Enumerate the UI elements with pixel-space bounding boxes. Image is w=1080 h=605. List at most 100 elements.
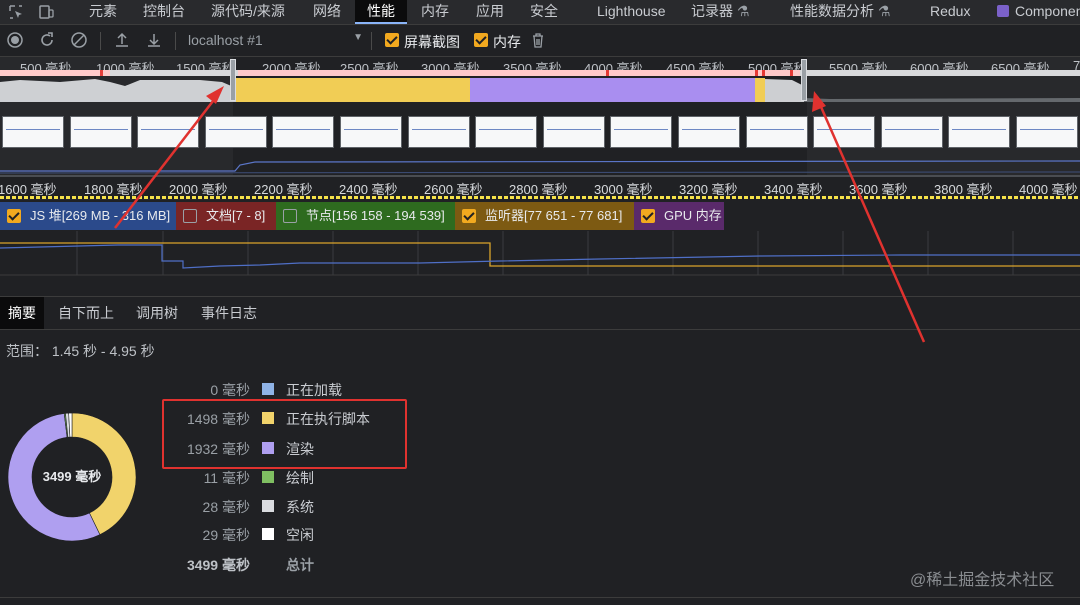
tab-performance-insights[interactable]: 性能数据分析 ⚗ xyxy=(790,0,890,24)
screenshot-thumbnail[interactable] xyxy=(745,116,808,148)
tab-sources[interactable]: 源代码/来源 xyxy=(211,0,285,24)
thumbnail-content xyxy=(73,129,128,130)
react-icon xyxy=(997,5,1009,17)
thumbnail-content xyxy=(276,129,331,130)
device-toolbar-icon[interactable] xyxy=(38,4,54,20)
screenshot-thumbnail[interactable] xyxy=(678,116,740,148)
memory-overview-chart xyxy=(0,160,1080,174)
loading-swatch xyxy=(262,383,274,395)
frames-track xyxy=(0,196,1080,199)
thumbnail-content xyxy=(952,129,1007,130)
trash-icon[interactable] xyxy=(529,31,547,49)
tab-performance[interactable]: 性能 xyxy=(355,0,407,24)
counters-graph xyxy=(0,231,1080,276)
counter-nodes[interactable]: 节点[156 158 - 194 539] xyxy=(276,202,455,230)
clear-icon[interactable] xyxy=(70,31,88,49)
thumbnail-content xyxy=(344,129,398,130)
tab-recorder-label: 记录器 xyxy=(691,3,733,19)
tab-console[interactable]: 控制台 xyxy=(143,0,185,24)
tab-performance-insights-label: 性能数据分析 xyxy=(790,3,874,19)
flask-icon: ⚗ xyxy=(877,3,891,19)
flask-icon: ⚗ xyxy=(736,3,750,19)
counter-gpu-memory[interactable]: GPU 内存 xyxy=(634,202,724,230)
thumbnail-content xyxy=(208,129,263,130)
screenshot-thumbnail[interactable] xyxy=(610,116,673,148)
screenshot-thumbnail[interactable] xyxy=(475,116,538,148)
thumbnail-content xyxy=(411,129,466,130)
screenshot-thumbnail[interactable] xyxy=(272,116,335,148)
thumbnail-content xyxy=(1020,129,1074,130)
screenshot-thumbnail[interactable] xyxy=(813,116,876,148)
screenshot-thumbnail[interactable] xyxy=(880,116,943,148)
documents-checkbox[interactable] xyxy=(183,209,197,223)
summary-donut-chart: 3499 毫秒 xyxy=(7,412,137,542)
tab-components[interactable]: Componen xyxy=(997,0,1080,24)
toolbar-separator xyxy=(175,32,176,50)
tab-summary[interactable]: 摘要 xyxy=(0,297,44,329)
gpu-memory-checkbox[interactable] xyxy=(641,209,655,223)
tab-components-label: Componen xyxy=(1015,3,1080,19)
thumbnail-content xyxy=(682,129,736,130)
thumbnail-content xyxy=(884,129,939,130)
counters-legend: JS 堆[269 MB - 316 MB] 文档[7 - 8] 节点[156 1… xyxy=(0,200,1080,230)
documents-label: 文档[7 - 8] xyxy=(206,208,266,223)
listeners-checkbox[interactable] xyxy=(462,209,476,223)
chevron-down-icon: ▼ xyxy=(353,32,363,43)
painting-value: 11 毫秒 xyxy=(203,470,250,486)
nodes-checkbox[interactable] xyxy=(283,209,297,223)
total-value: 3499 毫秒 xyxy=(186,557,250,573)
screenshot-thumbnail[interactable] xyxy=(2,116,64,148)
tab-event-log[interactable]: 事件日志 xyxy=(193,297,265,329)
tab-network[interactable]: 网络 xyxy=(313,0,341,24)
screenshot-thumbnail[interactable] xyxy=(137,116,200,148)
reload-icon[interactable] xyxy=(38,31,56,49)
idle-swatch xyxy=(262,528,274,540)
screenshot-thumbnail[interactable] xyxy=(1016,116,1078,148)
watermark: @稀土掘金技术社区 xyxy=(910,572,1055,589)
selection-end-handle[interactable] xyxy=(801,59,807,101)
highlight-box xyxy=(162,399,407,469)
counter-js-heap[interactable]: JS 堆[269 MB - 316 MB] xyxy=(0,202,176,230)
thumbnail-content xyxy=(749,129,804,130)
counter-documents[interactable]: 文档[7 - 8] xyxy=(176,202,276,230)
tab-application[interactable]: 应用 xyxy=(476,0,504,24)
selection-start-handle[interactable] xyxy=(230,59,236,101)
tab-lighthouse[interactable]: Lighthouse xyxy=(597,0,666,24)
toolbar-separator xyxy=(371,32,372,50)
target-select-value: localhost #1 xyxy=(188,32,263,48)
gpu-memory-label: GPU 内存 xyxy=(664,208,722,223)
counter-listeners[interactable]: 监听器[77 651 - 77 681] xyxy=(455,202,634,230)
screenshots-checkbox[interactable] xyxy=(385,33,399,47)
screenshot-thumbnail[interactable] xyxy=(204,116,267,148)
panel-tab-bar: 元素 控制台 源代码/来源 网络 性能 内存 应用 安全 Lighthouse … xyxy=(0,0,1080,25)
screenshot-thumbnail[interactable] xyxy=(69,116,132,148)
loading-label: 正在加载 xyxy=(286,382,342,398)
memory-checkbox[interactable] xyxy=(474,33,488,47)
screenshot-thumbnail[interactable] xyxy=(542,116,605,148)
thumbnail-content xyxy=(817,129,872,130)
idle-label: 空闲 xyxy=(286,527,314,543)
tab-elements[interactable]: 元素 xyxy=(89,0,117,24)
thumbnail-content xyxy=(546,129,601,130)
tab-memory[interactable]: 内存 xyxy=(421,0,449,24)
download-icon[interactable] xyxy=(145,31,163,49)
tab-bottom-up[interactable]: 自下而上 xyxy=(50,297,122,329)
tab-security[interactable]: 安全 xyxy=(530,0,558,24)
loading-value: 0 毫秒 xyxy=(210,382,250,398)
upload-icon[interactable] xyxy=(113,31,131,49)
target-select[interactable]: localhost #1 ▼ xyxy=(188,32,363,50)
screenshot-thumbnail[interactable] xyxy=(948,116,1011,148)
tab-call-tree[interactable]: 调用树 xyxy=(128,297,186,329)
nodes-label: 节点[156 158 - 194 539] xyxy=(306,208,445,223)
screenshot-thumbnail[interactable] xyxy=(407,116,470,148)
js-heap-checkbox[interactable] xyxy=(7,209,21,223)
tab-redux[interactable]: Redux xyxy=(930,0,970,24)
screenshot-thumbnail[interactable] xyxy=(340,116,402,148)
system-label: 系统 xyxy=(286,499,314,515)
tab-recorder[interactable]: 记录器 ⚗ xyxy=(691,0,749,24)
thumbnail-content xyxy=(614,129,669,130)
total-label: 总计 xyxy=(286,557,314,573)
panel-bottom-border xyxy=(0,597,1080,598)
record-icon[interactable] xyxy=(6,31,24,49)
element-picker-icon[interactable] xyxy=(8,4,24,20)
